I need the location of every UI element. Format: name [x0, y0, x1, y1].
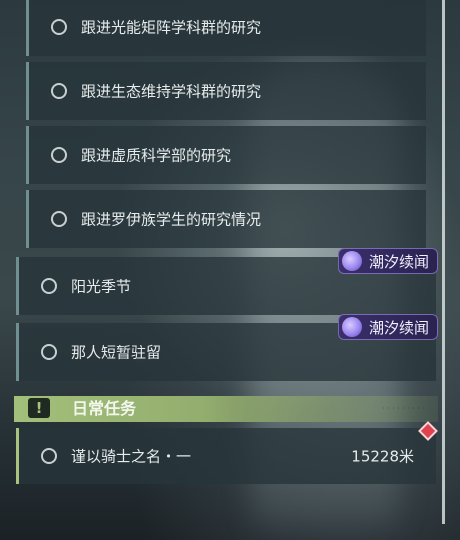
tide-tales-icon — [341, 317, 362, 337]
quest-status-circle-icon — [51, 147, 67, 163]
quest-status-circle-icon — [51, 211, 67, 227]
quest-label: 跟进罗伊族学生的研究情况 — [81, 210, 262, 229]
quest-item-sub-3[interactable]: 跟进虚质科学部的研究 — [26, 126, 426, 184]
quest-status-circle-icon — [41, 278, 57, 294]
quest-item-sub-1[interactable]: 跟进光能矩阵学科群的研究 — [26, 0, 426, 56]
quest-category-tag: 潮汐续闻 — [337, 248, 438, 274]
quest-tracker-screen: 跟进光能矩阵学科群的研究 跟进生态维持学科群的研究 跟进虚质科学部的研究 跟进罗… — [0, 0, 460, 540]
quest-label: 跟进光能矩阵学科群的研究 — [81, 18, 262, 37]
quest-category-tag: 潮汐续闻 — [337, 314, 438, 340]
quest-distance: 15228米 — [351, 447, 414, 466]
exclamation-icon — [28, 398, 50, 418]
quest-label: 那人短暂驻留 — [71, 343, 162, 362]
scrollbar[interactable] — [442, 0, 445, 524]
quest-item-daily-1[interactable]: 谨以骑士之名・一 15228米 — [16, 428, 436, 484]
quest-label: 跟进生态维持学科群的研究 — [81, 82, 262, 101]
quest-status-circle-icon — [51, 19, 67, 35]
quest-label: 阳光季节 — [71, 277, 132, 296]
section-decoration: ・・・・・・・・・ — [380, 406, 426, 412]
daily-section-header[interactable]: 日常任务 ・・・・・・・・・ — [14, 396, 438, 422]
section-title: 日常任务 — [72, 399, 137, 418]
quest-label: 跟进虚质科学部的研究 — [81, 146, 232, 165]
tag-label: 潮汐续闻 — [368, 253, 429, 271]
tide-tales-icon — [341, 251, 362, 271]
quest-status-circle-icon — [41, 344, 57, 360]
quest-status-circle-icon — [41, 448, 57, 464]
quest-status-circle-icon — [51, 83, 67, 99]
quest-item-sub-4[interactable]: 跟进罗伊族学生的研究情况 — [26, 190, 426, 248]
tag-label: 潮汐续闻 — [368, 319, 429, 337]
quest-label: 谨以骑士之名・一 — [71, 447, 192, 466]
quest-item-sub-2[interactable]: 跟进生态维持学科群的研究 — [26, 62, 426, 120]
scrollbar-thumb[interactable] — [442, 0, 445, 524]
